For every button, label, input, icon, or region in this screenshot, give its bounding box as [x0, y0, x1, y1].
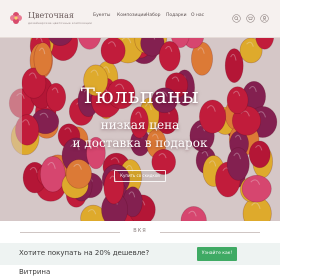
- nav-item-about[interactable]: О нас: [191, 13, 204, 18]
- site-header: Цветочная дизайнерские цветочные компози…: [0, 0, 280, 38]
- divider-label: ВКЯ: [133, 228, 147, 234]
- section-divider: ВКЯ: [0, 227, 280, 237]
- flower-logo-icon: [10, 12, 22, 24]
- showcase-title: Витрина: [19, 268, 51, 276]
- divider-line-right: [160, 232, 260, 233]
- logo[interactable]: Цветочная дизайнерские цветочные компози…: [8, 8, 92, 30]
- logo-subtitle: дизайнерские цветочные композиции: [28, 21, 92, 25]
- user-icon[interactable]: [260, 14, 269, 23]
- hero-subtitle-line1: низкая цена: [100, 118, 180, 132]
- cart-icon[interactable]: [246, 14, 255, 23]
- header-icons: [232, 14, 272, 24]
- hero-subtitle-line2: и доставка в подарок: [72, 136, 208, 150]
- hero-title: Тюльпаны: [80, 84, 200, 108]
- search-icon[interactable]: [232, 14, 241, 23]
- hero-banner: Тюльпаны низкая цена и доставка в подаро…: [0, 38, 280, 221]
- nav-item-bouquets[interactable]: Букеты: [93, 13, 110, 18]
- promo-banner: Хотите покупать на 20% дешевле? Узнайте …: [0, 243, 280, 265]
- promo-button[interactable]: Узнайте как!: [197, 247, 237, 261]
- promo-text: Хотите покупать на 20% дешевле?: [19, 249, 150, 257]
- nav-item-gifts[interactable]: Подарки: [166, 13, 187, 18]
- nav-item-set[interactable]: Набор: [146, 13, 161, 18]
- logo-title: Цветочная: [28, 11, 74, 20]
- hero-cta-button[interactable]: Купить со скидкой: [114, 170, 166, 182]
- nav-item-compositions[interactable]: Композиции: [117, 13, 146, 18]
